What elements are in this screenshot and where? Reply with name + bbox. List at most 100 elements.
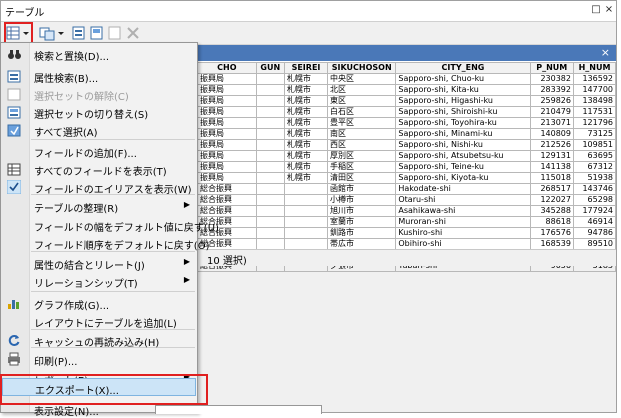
close-icon[interactable]: × (603, 4, 615, 16)
menu-item[interactable]: 属性検索(B)... (2, 67, 196, 85)
menu-item[interactable]: すべて選択(A) (2, 121, 196, 139)
table-cell: Sapporo-shi, Toyohira-ku (395, 117, 531, 129)
binoculars-icon (8, 50, 21, 59)
menu-item[interactable]: グラフ作成(G)... (2, 294, 196, 312)
table-cell: 140809 (529, 128, 574, 140)
show-fields-icon (7, 163, 21, 176)
chevron-down-icon-2[interactable] (57, 25, 65, 41)
table-cell: 釧路市 (327, 227, 397, 239)
table-cell: 177924 (572, 205, 617, 217)
table-cell: 212526 (529, 139, 574, 151)
menu-item-label: キャッシュの再読み込み(H) (34, 338, 160, 349)
select-all-icon (7, 124, 21, 137)
tab-close-icon[interactable]: × (601, 46, 610, 59)
table-cell (283, 238, 329, 250)
menu-item[interactable]: キャッシュの再読み込み(H) (2, 331, 196, 349)
table-cell: 109851 (572, 139, 617, 151)
table-row[interactable]: 振興局 札幌市 東区 Sapporo-shi, Higashi-ku 259826 138… (197, 95, 617, 107)
highlight-export-item (0, 374, 208, 405)
table-cell: Muroran-shi (395, 216, 531, 228)
table-row[interactable]: 振興局 札幌市 北区 Sapporo-shi, Kita-ku 283392 147700 (197, 84, 617, 96)
table-cell (283, 194, 329, 206)
menu-item[interactable]: すべてのフィールドを表示(T) (2, 160, 196, 178)
menu-item[interactable]: フィールド順序をデフォルトに戻す(O) (2, 234, 209, 252)
menu-item-label: レイアウトにテーブルを追加(L) (34, 319, 177, 330)
menu-separator (31, 139, 195, 140)
table-cell: 厚別区 (327, 150, 397, 162)
table-row[interactable]: 振興局 札幌市 白石区 Sapporo-shi, Shiroishi-ku 210479… (197, 106, 617, 118)
menu-item[interactable]: テーブルの整理(R) ▶ (2, 197, 196, 215)
select-by-attributes-icon (7, 70, 21, 83)
table-row[interactable]: 振興局 札幌市 豊平区 Sapporo-shi, Toyohira-ku 213071 1… (197, 117, 617, 129)
table-cell: 室蘭市 (327, 216, 397, 228)
menu-item[interactable]: レイアウトにテーブルを追加(L) (2, 312, 196, 330)
table-cell: 141138 (529, 161, 574, 173)
table-row[interactable]: 振興局 札幌市 厚別区 Sapporo-shi, Atsubetsu-ku 129131… (197, 150, 617, 162)
table-row[interactable]: 振興局 札幌市 南区 Sapporo-shi, Minami-ku 140809 7312… (197, 128, 617, 140)
table-row[interactable]: 振興局 札幌市 清田区 Sapporo-shi, Kiyota-ku 115018 519… (197, 172, 617, 184)
table-cell: Hakodate-shi (395, 183, 531, 195)
menu-item[interactable]: 選択セットの切り替え(S) (2, 103, 196, 121)
delete-icon[interactable] (125, 25, 141, 41)
table-row[interactable]: 総合振興 室蘭市 Muroran-shi 88618 46914 (197, 216, 617, 228)
table-cell (283, 216, 329, 228)
menu-item[interactable]: 属性の結合とリレート(J) ▶ (2, 254, 196, 272)
table-row[interactable]: 総合振興 函館市 Hakodate-shi 268517 143746 (197, 183, 617, 195)
column-header[interactable]: SEIREI (283, 62, 329, 74)
table-row[interactable]: 総合振興 小樽市 Otaru-shi 122027 65298 (197, 194, 617, 206)
checkmark-icon (7, 180, 21, 194)
menu-item-label: 選択セットの切り替え(S) (34, 110, 149, 121)
menu-item[interactable]: 印刷(P)... (2, 350, 196, 368)
table-row[interactable]: 総合振興 帯広市 Obihiro-shi 168539 89510 (197, 238, 617, 250)
column-header[interactable]: CITY_ENG (395, 62, 531, 74)
table-cell: 振興局 (197, 117, 257, 129)
table-cell: 138498 (572, 95, 617, 107)
select-by-attributes-icon[interactable] (71, 25, 87, 41)
pin-icon[interactable]: □ (590, 4, 602, 16)
table-cell: 振興局 (197, 172, 257, 184)
menu-item[interactable]: フィールドの幅をデフォルト値に戻す(U) (2, 216, 219, 234)
menu-item[interactable]: 選択セットの解除(C) (2, 85, 196, 103)
table-row[interactable]: 振興局 札幌市 西区 Sapporo-shi, Nishi-ku 212526 10985… (197, 139, 617, 151)
table-cell: 札幌市 (283, 117, 329, 129)
menu-item-label: フィールド順序をデフォルトに戻す(O) (34, 241, 210, 252)
table-options-menu: 検索と置換(D)... 属性検索(B)... 選択セットの解除(C) 選択セットの切り… (0, 42, 219, 418)
menu-separator (31, 291, 195, 292)
menu-item[interactable]: リレーションシップ(T) ▶ (2, 272, 196, 290)
table-cell: 札幌市 (283, 95, 329, 107)
menu-item[interactable]: 検索と置換(D)... (2, 45, 196, 63)
table-cell: Otaru-shi (395, 194, 531, 206)
menu-item-label: フィールドの幅をデフォルト値に戻す(U) (34, 223, 219, 234)
column-header[interactable]: H_NUM (572, 62, 617, 74)
menu-item-label: 印刷(P)... (34, 357, 78, 368)
related-tables-icon[interactable] (39, 25, 55, 41)
menu-item[interactable]: フィールドのエイリアスを表示(W) (2, 178, 196, 196)
clear-selection-icon[interactable] (107, 25, 123, 41)
menu-item-label: 表示設定(N)... (34, 407, 99, 418)
menu-item-label: フィールドの追加(F)... (34, 149, 137, 160)
table-row[interactable]: 総合振興 旭川市 Asahikawa-shi 345288 177924 (197, 205, 617, 217)
table-cell: 札幌市 (283, 128, 329, 140)
table-cell (255, 117, 285, 129)
table-cell (255, 205, 285, 217)
table-cell: 振興局 (197, 73, 257, 85)
table-cell: 115018 (529, 172, 574, 184)
table-cell: 46914 (572, 216, 617, 228)
table-row[interactable]: 振興局 札幌市 中央区 Sapporo-shi, Chuo-ku 230382 13659… (197, 73, 617, 85)
table-cell: 東区 (327, 95, 397, 107)
column-header[interactable]: P_NUM (529, 62, 574, 74)
menu-item[interactable]: フィールドの追加(F)... (2, 142, 196, 160)
data-grid: CHO GUN SEIREI SIKUCHOSON CITY_ENG P_NUM H_NUM… (197, 62, 617, 272)
table-cell (255, 84, 285, 96)
table-cell: 西区 (327, 139, 397, 151)
table-row[interactable]: 振興局 札幌市 手稲区 Sapporo-shi, Teine-ku 141138 6731… (197, 161, 617, 173)
table-cell (283, 205, 329, 217)
table-row[interactable]: 総合振興 釧路市 Kushiro-shi 176576 94786 (197, 227, 617, 239)
column-header[interactable]: SIKUCHOSON (327, 62, 397, 74)
column-header[interactable]: CHO (197, 62, 257, 74)
switch-selection-icon[interactable] (89, 25, 105, 41)
table-cell (255, 150, 285, 162)
column-header[interactable]: GUN (255, 62, 285, 74)
table-cell: 豊平区 (327, 117, 397, 129)
table-cell (255, 183, 285, 195)
